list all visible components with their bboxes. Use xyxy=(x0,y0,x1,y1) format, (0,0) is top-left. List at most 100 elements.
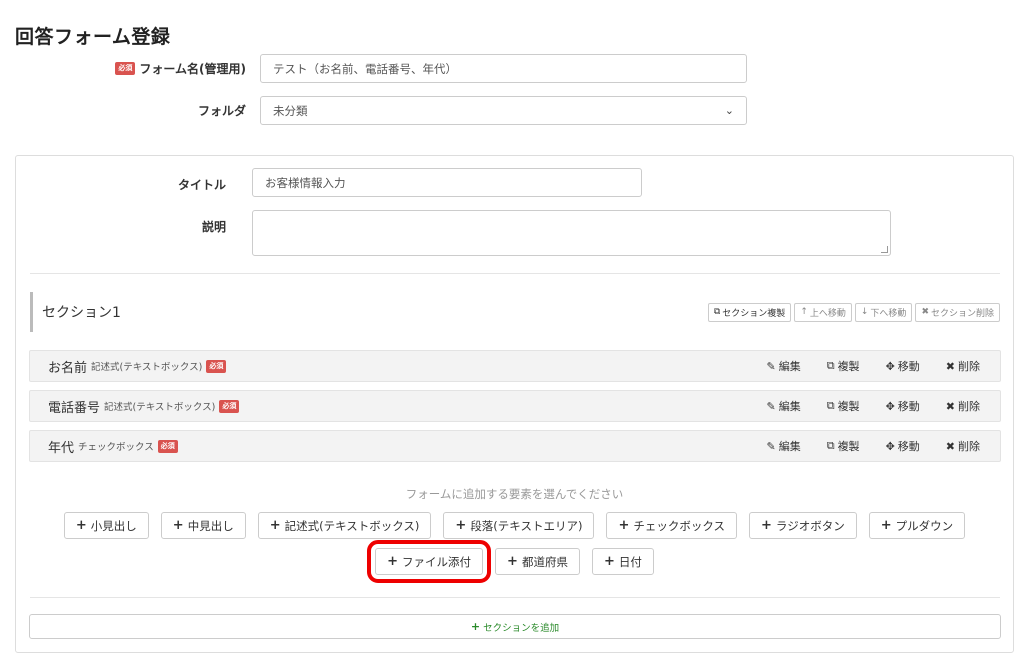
plus-icon: + xyxy=(507,554,518,569)
required-badge: 必須 xyxy=(157,439,178,453)
plus-icon: + xyxy=(470,620,481,633)
add-textarea-button[interactable]: + 段落(テキストエリア) xyxy=(443,512,595,539)
copy-icon: ⧉ xyxy=(826,399,835,412)
add-prefecture-button[interactable]: + 都道府県 xyxy=(495,548,580,575)
add-textbox-button[interactable]: + 記述式(テキストボックス) xyxy=(257,512,432,539)
description-textarea[interactable] xyxy=(252,210,891,256)
delete-button[interactable]: ✖ 削除 xyxy=(946,358,980,374)
copy-button[interactable]: ⧉ 複製 xyxy=(827,358,860,374)
section-header: セクション1 ⧉ セクション複製 ↑ 上へ移動 ↓ 下へ移動 ✖ セクション削除 xyxy=(30,292,1000,332)
add-button-label: チェックボックス xyxy=(633,518,726,533)
pencil-icon: ✎ xyxy=(766,399,776,413)
delete-label: 削除 xyxy=(958,400,980,413)
edit-button[interactable]: ✎ 編集 xyxy=(766,398,800,414)
add-dropdown-button[interactable]: + プルダウン xyxy=(868,512,966,539)
edit-button[interactable]: ✎ 編集 xyxy=(766,438,800,454)
pencil-icon: ✎ xyxy=(766,439,776,453)
pencil-icon: ✎ xyxy=(766,359,776,373)
section-move-down-button[interactable]: ↓ 下へ移動 xyxy=(854,302,913,322)
add-button-label: 記述式(テキストボックス) xyxy=(284,518,420,533)
section-delete-label: セクション削除 xyxy=(930,308,994,319)
question-info: 電話番号 記述式(テキストボックス) 必須 xyxy=(48,397,240,416)
divider xyxy=(30,273,1000,274)
form-name-label: フォーム名(管理用) xyxy=(139,62,246,76)
folder-value: 未分類 xyxy=(273,103,308,118)
question-item[interactable]: 電話番号 記述式(テキストボックス) 必須 ✎ 編集 ⧉ 複製 ✥ 移動 ✖ 削除 xyxy=(29,390,1001,422)
section-move-up-button[interactable]: ↑ 上へ移動 xyxy=(794,302,852,322)
resize-grip-icon[interactable] xyxy=(881,246,888,253)
add-checkbox-button[interactable]: + チェックボックス xyxy=(606,512,738,539)
add-button-label: 中見出し xyxy=(187,518,234,533)
add-file-attachment-button[interactable]: + ファイル添付 xyxy=(367,540,492,583)
copy-button[interactable]: ⧉ 複製 xyxy=(827,398,860,414)
delete-button[interactable]: ✖ 削除 xyxy=(946,438,980,454)
form-name-row: 必須 フォーム名(管理用) テスト（お名前、電話番号、年代） xyxy=(0,54,747,83)
question-name: お名前 xyxy=(48,360,88,376)
form-panel: タイトル お客様情報入力 説明 セクション1 ⧉ セクション複製 ↑ 上へ移動 … xyxy=(15,155,1014,653)
section-move-down-label: 下へ移動 xyxy=(870,308,907,319)
question-item[interactable]: 年代 チェックボックス 必須 ✎ 編集 ⧉ 複製 ✥ 移動 ✖ 削除 xyxy=(29,430,1001,462)
copy-label: 複製 xyxy=(837,440,860,453)
edit-label: 編集 xyxy=(778,360,801,373)
section-actions: ⧉ セクション複製 ↑ 上へ移動 ↓ 下へ移動 ✖ セクション削除 xyxy=(707,302,1000,322)
delete-label: 削除 xyxy=(958,440,980,453)
plus-icon: + xyxy=(387,554,399,569)
copy-icon: ⧉ xyxy=(713,307,721,317)
copy-icon: ⧉ xyxy=(826,439,835,452)
title-value: お客様情報入力 xyxy=(265,175,346,190)
edit-button[interactable]: ✎ 編集 xyxy=(766,358,800,374)
add-element-row-2: + ファイル添付 + 都道府県 + 日付 xyxy=(16,540,1013,583)
add-section-button[interactable]: + セクションを追加 xyxy=(29,614,1001,639)
close-icon: ✖ xyxy=(945,439,955,453)
add-element-row-1: + 小見出し + 中見出し + 記述式(テキストボックス) + 段落(テキストエリア) … xyxy=(16,512,1013,539)
plus-icon: + xyxy=(455,518,467,533)
question-name: 電話番号 xyxy=(48,400,101,416)
plus-icon: + xyxy=(618,518,630,533)
form-name-value: テスト（お名前、電話番号、年代） xyxy=(273,61,457,76)
move-label: 移動 xyxy=(897,360,920,373)
section-move-up-label: 上へ移動 xyxy=(809,308,846,319)
arrow-down-icon: ↓ xyxy=(860,307,869,317)
question-type: 記述式(テキストボックス) xyxy=(91,362,203,373)
section-copy-label: セクション複製 xyxy=(722,308,786,319)
arrow-up-icon: ↑ xyxy=(800,307,808,317)
add-date-button[interactable]: + 日付 xyxy=(591,548,654,575)
required-badge: 必須 xyxy=(115,62,136,75)
title-label: タイトル xyxy=(177,178,226,192)
question-type: 記述式(テキストボックス) xyxy=(104,402,216,413)
section-delete-button[interactable]: ✖ セクション削除 xyxy=(915,302,1000,322)
move-button[interactable]: ✥ 移動 xyxy=(886,438,920,454)
copy-label: 複製 xyxy=(837,400,860,413)
delete-label: 削除 xyxy=(958,360,980,373)
folder-label: フォルダ xyxy=(0,102,260,119)
section-copy-button[interactable]: ⧉ セクション複製 xyxy=(707,302,792,322)
title-row: タイトル お客様情報入力 xyxy=(16,168,642,197)
add-radio-button[interactable]: + ラジオボタン xyxy=(749,512,857,539)
copy-label: 複製 xyxy=(837,360,860,373)
required-badge: 必須 xyxy=(206,359,227,373)
add-button-label: 段落(テキストエリア) xyxy=(470,518,583,533)
move-icon: ✥ xyxy=(885,359,895,373)
description-row: 説明 xyxy=(16,210,891,256)
folder-row: フォルダ 未分類 ⌄ xyxy=(0,96,747,125)
add-section-label: セクションを追加 xyxy=(483,622,560,634)
question-actions: ✎ 編集 ⧉ 複製 ✥ 移動 ✖ 削除 xyxy=(766,358,980,374)
folder-select[interactable]: 未分類 ⌄ xyxy=(260,96,747,125)
add-small-heading-button[interactable]: + 小見出し xyxy=(63,512,149,539)
move-button[interactable]: ✥ 移動 xyxy=(886,358,920,374)
move-label: 移動 xyxy=(897,440,920,453)
plus-icon: + xyxy=(75,518,87,533)
copy-button[interactable]: ⧉ 複製 xyxy=(827,438,860,454)
question-item[interactable]: お名前 記述式(テキストボックス) 必須 ✎ 編集 ⧉ 複製 ✥ 移動 ✖ 削除 xyxy=(29,350,1001,382)
add-medium-heading-button[interactable]: + 中見出し xyxy=(160,512,246,539)
add-element-prompt: フォームに追加する要素を選んでください xyxy=(405,487,624,501)
form-name-input[interactable]: テスト（お名前、電話番号、年代） xyxy=(260,54,747,83)
plus-icon: + xyxy=(269,518,281,533)
add-button-label: 都道府県 xyxy=(521,554,568,569)
edit-label: 編集 xyxy=(778,400,801,413)
move-button[interactable]: ✥ 移動 xyxy=(886,398,920,414)
title-input[interactable]: お客様情報入力 xyxy=(252,168,642,197)
question-info: お名前 記述式(テキストボックス) 必須 xyxy=(48,357,227,376)
chevron-down-icon: ⌄ xyxy=(724,104,734,117)
delete-button[interactable]: ✖ 削除 xyxy=(946,398,980,414)
